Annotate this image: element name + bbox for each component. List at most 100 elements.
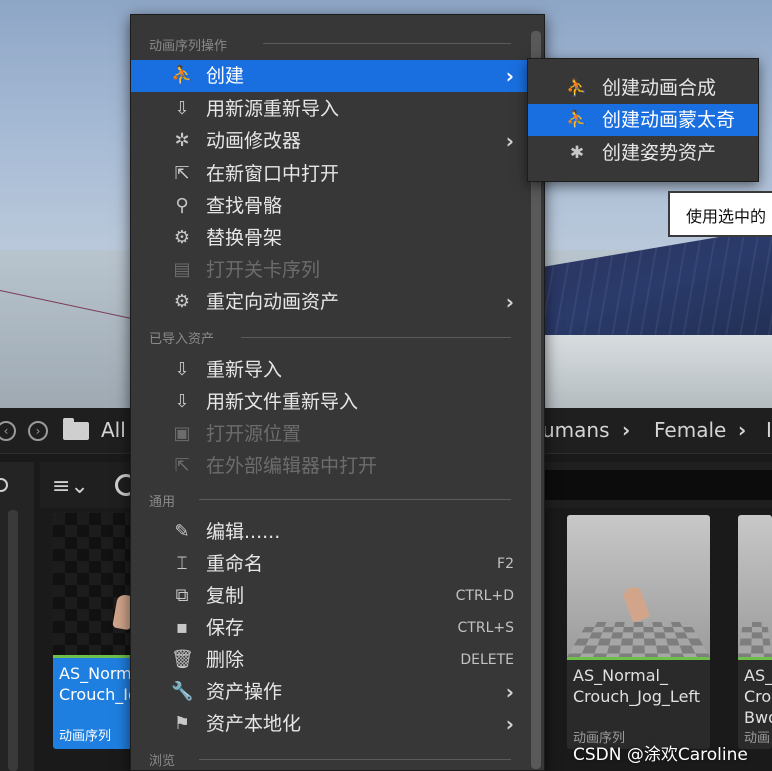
menu-item-asset-actions[interactable]: 🔧 资产操作 › [131,676,528,708]
asset-type: 动画 [744,731,771,746]
menu-item-label: 用新文件重新导入 [206,391,359,413]
viewport-building-wall [545,335,772,408]
section-title-browse: 浏览 [149,754,176,769]
asset-type-bar [738,657,772,660]
folder-icon[interactable] [63,418,89,440]
forward-icon[interactable]: › [28,421,48,441]
breadcrumb-female[interactable]: Female [654,418,726,442]
replace-skeleton-icon: ⚙ [173,227,191,248]
watermark: CSDN @涂欢Caroline [573,745,748,765]
asset-tile[interactable]: AS_ Crou Bwd 动画 [738,515,772,749]
section-divider [263,43,511,44]
rename-icon: ⌶ [176,553,188,574]
section-divider [199,759,511,760]
menu-item-delete[interactable]: 🗑 删除 DELETE [131,644,528,676]
chevron-right-icon: › [505,680,514,704]
menu-item-label: 编辑...... [206,521,281,543]
create-submenu: ⛹ 创建动画合成 ⛹ 创建动画蒙太奇 ✱ 创建姿势资产 [527,58,759,182]
menu-item-duplicate[interactable]: ⧉ 复制 CTRL+D [131,580,528,612]
save-icon: ▪ [175,617,189,638]
menu-item-label: 动画修改器 [206,130,302,152]
menu-item-label: 复制 [206,585,245,607]
menu-item-anim-modifiers[interactable]: ✲ 动画修改器 › [131,125,528,157]
chevron-right-icon: › [505,290,514,314]
asset-type-bar [567,657,710,660]
edit-icon: ✎ [174,521,190,542]
modifier-icon: ✲ [174,130,190,151]
asset-thumbnail [738,515,772,657]
menu-item-reimport-new-file[interactable]: ⇩ 用新文件重新导入 [131,386,528,418]
menu-item-reimport[interactable]: ⇩ 重新导入 [131,354,528,386]
filter-icon[interactable]: ≡⌄ [52,474,89,499]
menu-item-label: 删除 [206,649,245,671]
create-anim-icon: ⛹ [171,65,194,86]
asset-context-menu: 动画序列操作 ⛹ 创建 › ⇩ 用新源重新导入 ✲ 动画修改器 › ⇱ 在新窗口… [130,14,545,771]
menu-item-open-external-editor: ⇱ 在外部编辑器中打开 [131,450,528,482]
sources-scrollbar[interactable] [8,510,18,771]
menu-item-replace-skeleton[interactable]: ⚙ 替换骨架 [131,222,528,254]
section-title-common: 通用 [149,495,176,510]
menu-item-rename[interactable]: ⌶ 重命名 F2 [131,548,528,580]
asset-tile[interactable]: AS_Normal_ Crouch_Jog_Left 动画序列 [567,515,710,749]
delete-icon: 🗑 [171,649,194,670]
tooltip-text: 使用选中的 [686,207,767,226]
menu-item-retarget[interactable]: ⚙ 重定向动画资产 › [131,286,528,318]
menu-item-open-new-window[interactable]: ⇱ 在新窗口中打开 [131,158,528,190]
breadcrumb-humans[interactable]: umans [542,418,610,442]
chevron-right-icon: › [505,64,514,88]
menu-item-reimport-new-source[interactable]: ⇩ 用新源重新导入 [131,93,528,125]
asset-name: AS_ Crou Bwd [744,666,772,727]
reimport-icon: ⇩ [174,98,190,119]
section-divider [241,337,511,338]
menu-item-label: 打开源位置 [206,423,302,445]
external-editor-icon: ⇱ [174,455,190,476]
section-title-imported: 已导入资产 [149,332,215,347]
duplicate-icon: ⧉ [175,585,189,606]
submenu-item-label: 创建动画合成 [602,77,717,99]
menu-item-label: 重定向动画资产 [206,291,340,313]
menu-item-label: 重新导入 [206,359,283,381]
menu-item-label: 保存 [206,617,245,639]
breadcrumb-all[interactable]: All [101,418,126,442]
menu-item-edit[interactable]: ✎ 编辑...... [131,516,528,548]
menu-item-label: 打开关卡序列 [206,259,321,281]
menu-item-label: 用新源重新导入 [206,98,340,120]
reimport-file-icon: ⇩ [174,391,190,412]
breadcrumb-separator-icon[interactable]: › [622,418,630,442]
asset-thumbnail [567,515,710,657]
chevron-right-icon: › [505,129,514,153]
menu-item-label: 创建 [206,65,245,87]
flag-icon: ⚑ [173,713,191,734]
submenu-item-create-montage[interactable]: ⛹ 创建动画蒙太奇 [528,104,758,136]
section-title-anim-ops: 动画序列操作 [149,39,228,54]
menu-item-label: 资产操作 [206,681,283,703]
submenu-item-label: 创建姿势资产 [602,142,717,164]
viewport-roof-texture [545,228,772,338]
anim-montage-icon: ⛹ [566,110,588,130]
breadcrumb-next[interactable]: I [766,418,772,442]
menu-item-label: 重命名 [206,553,264,575]
source-location-icon: ▣ [173,423,191,444]
section-divider [199,499,511,500]
menu-item-save[interactable]: ▪ 保存 CTRL+S [131,612,528,644]
menu-item-open-level-sequence: ▤ 打开关卡序列 [131,254,528,286]
level-sequence-icon: ▤ [173,259,191,280]
asset-thumbnail [53,513,135,655]
menu-item-asset-localization[interactable]: ⚑ 资产本地化 › [131,708,528,740]
asset-tile[interactable]: AS_Norm Crouch_Id 动画序列 [53,513,135,749]
find-skeleton-icon: ⚲ [175,195,189,216]
menu-item-label: 查找骨骼 [206,195,283,217]
menu-item-label: 在新窗口中打开 [206,163,340,185]
search-field[interactable] [545,470,772,500]
submenu-item-create-pose-asset[interactable]: ✱ 创建姿势资产 [528,137,758,169]
submenu-item-label: 创建动画蒙太奇 [602,109,736,131]
breadcrumb-separator-icon[interactable]: › [738,418,746,442]
menu-item-label: 替换骨架 [206,227,283,249]
menu-item-create[interactable]: ⛹ 创建 › [131,60,528,92]
asset-name: AS_Norm Crouch_Id [59,664,135,704]
menu-item-find-skeleton[interactable]: ⚲ 查找骨骼 [131,190,528,222]
reimport-icon: ⇩ [174,359,190,380]
menu-item-shortcut: CTRL+D [455,588,514,604]
chevron-right-icon: › [505,712,514,736]
submenu-item-create-composite[interactable]: ⛹ 创建动画合成 [528,72,758,104]
